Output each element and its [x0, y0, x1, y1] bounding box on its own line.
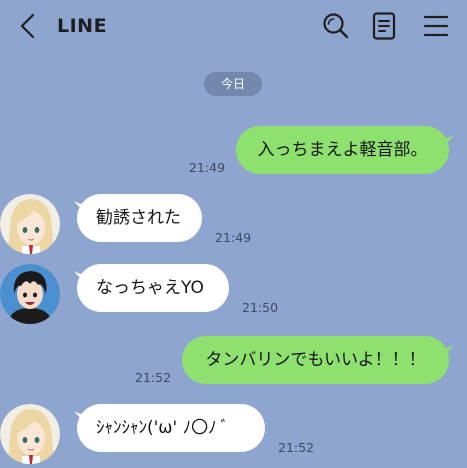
search-button[interactable] [321, 11, 351, 41]
message-bubble[interactable]: ｼｬﾝｼｬﾝ('ω' ﾉ〇ﾉ ﾞ [77, 404, 265, 452]
dark-haired-boy-avatar-icon [0, 264, 60, 324]
back-button[interactable] [14, 12, 42, 40]
message-bubble[interactable]: なっちゃえYO [77, 264, 229, 312]
message-time: 21:49 [189, 160, 226, 175]
menu-icon [423, 15, 449, 37]
chat-header: LINE [0, 0, 467, 52]
message-time: 21:50 [242, 300, 279, 315]
message-bubble[interactable]: タンバリンでもいいよ！！！ [182, 336, 449, 384]
message-bubble[interactable]: 入っちまえよ軽音部。 [236, 126, 449, 174]
avatar[interactable] [0, 194, 60, 254]
chat-title: LINE [57, 15, 108, 37]
avatar[interactable] [0, 264, 60, 324]
message-time: 21:49 [215, 230, 252, 245]
message-time: 21:52 [135, 370, 172, 385]
menu-button[interactable] [421, 11, 451, 41]
blonde-girl-avatar-icon [0, 404, 60, 464]
avatar[interactable] [0, 404, 60, 464]
notes-icon [372, 12, 396, 40]
date-divider: 今日 [204, 72, 262, 96]
search-icon [323, 13, 349, 39]
back-chevron-icon [20, 13, 35, 39]
blonde-girl-avatar-icon [0, 194, 60, 254]
message-time: 21:52 [278, 440, 315, 455]
notes-button[interactable] [369, 11, 399, 41]
message-bubble[interactable]: 勧誘された [77, 194, 202, 242]
